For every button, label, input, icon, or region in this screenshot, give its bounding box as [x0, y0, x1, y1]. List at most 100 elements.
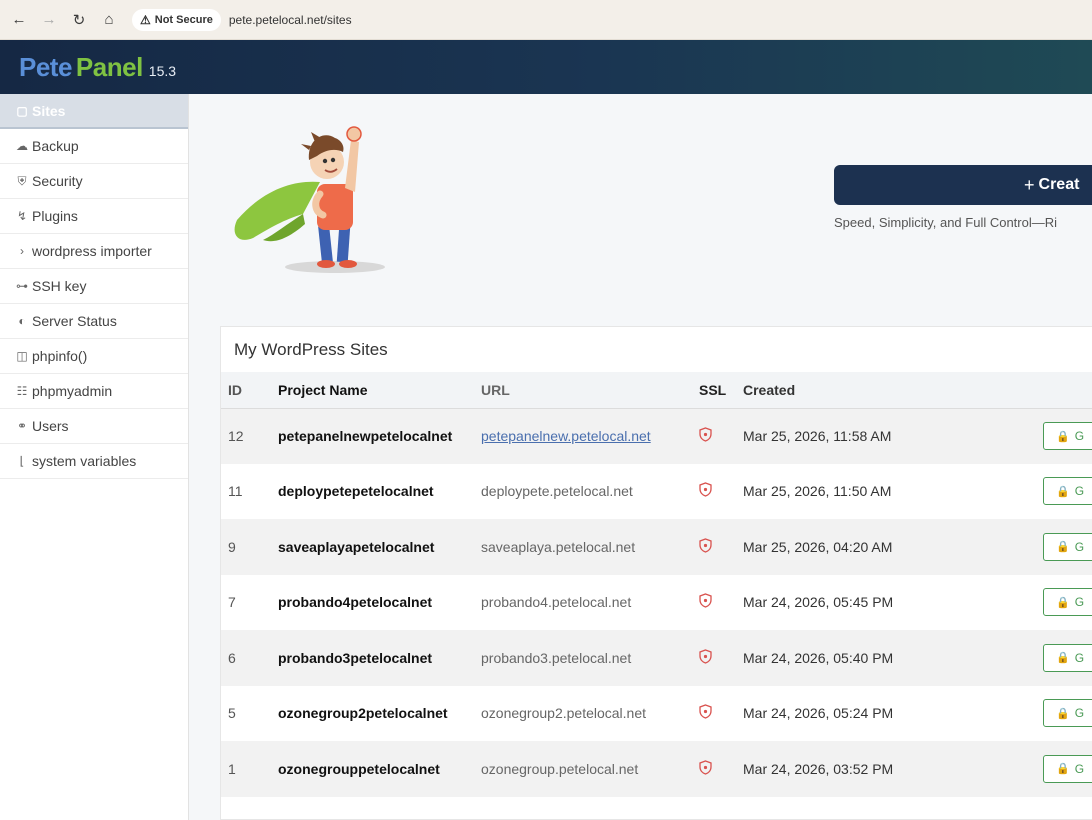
security-indicator[interactable]: ⚠ Not Secure — [132, 8, 221, 31]
warning-icon: ⚠ — [140, 12, 151, 27]
sidebar-item-phpinfo[interactable]: ◫ phpinfo() — [0, 339, 188, 374]
site-url[interactable]: ozonegroup.petelocal.net — [475, 741, 689, 797]
site-id: 6 — [221, 630, 272, 686]
app-header: Pete Panel 15.3 — [0, 40, 1092, 94]
site-url[interactable]: saveaplaya.petelocal.net — [475, 519, 689, 575]
sidebar-item-phpmyadmin[interactable]: ☷ phpmyadmin — [0, 374, 188, 409]
go-button[interactable]: 🔒 G — [1043, 643, 1092, 672]
site-id: 12 — [221, 408, 272, 464]
table-row[interactable]: 7 probando4petelocalnet probando4.petelo… — [221, 574, 1092, 630]
card-title: My WordPress Sites — [234, 339, 388, 359]
sidebar-item-server-status[interactable]: ◐ Server Status — [0, 304, 188, 339]
ssl-shield-icon — [699, 482, 712, 497]
plug-icon: ↯ — [16, 209, 28, 223]
sidebar-item-label: Security — [32, 173, 83, 189]
plus-icon: + — [1024, 174, 1035, 195]
site-name: ozonegrouppetelocalnet — [272, 741, 475, 797]
url-text[interactable]: pete.petelocal.net/sites — [229, 13, 352, 27]
site-id: 5 — [221, 685, 272, 741]
sites-table: ID Project Name URL SSL Created 12 petep… — [221, 372, 1092, 797]
table-row[interactable]: 1 ozonegrouppetelocalnet ozonegroup.pete… — [221, 741, 1092, 797]
superhero-illustration — [234, 126, 385, 273]
sidebar-item-label: Server Status — [32, 313, 117, 329]
go-button-label: G — [1074, 539, 1085, 554]
ssl-shield-icon — [699, 649, 712, 664]
go-button-label: G — [1074, 706, 1085, 721]
sidebar-item-backup[interactable]: ☁ Backup — [0, 129, 188, 164]
lock-icon: 🔒 — [1056, 485, 1070, 498]
site-url[interactable]: ozonegroup2.petelocal.net — [475, 685, 689, 741]
address-bar[interactable]: ⚠ Not Secure pete.petelocal.net/sites — [132, 7, 1032, 33]
lock-icon: 🔒 — [1056, 541, 1070, 554]
site-created: Mar 25, 2026, 11:50 AM — [738, 463, 1043, 519]
table-row[interactable]: 9 saveaplayapetelocalnet saveaplaya.pete… — [221, 519, 1092, 575]
site-created: Mar 24, 2026, 03:52 PM — [738, 741, 1043, 797]
sidebar-item-label: SSH key — [32, 278, 87, 294]
column-header-project-name[interactable]: Project Name — [272, 372, 475, 409]
go-button[interactable]: 🔒 G — [1043, 477, 1092, 506]
site-id: 9 — [221, 519, 272, 575]
sidebar-item-sites[interactable]: ▢ Sites — [0, 94, 188, 129]
column-header-ssl[interactable]: SSL — [689, 372, 738, 409]
sidebar-item-label: system variables — [32, 453, 137, 469]
column-header-url[interactable]: URL — [475, 372, 689, 409]
site-id: 7 — [221, 574, 272, 630]
site-url[interactable]: deploypete.petelocal.net — [475, 463, 689, 519]
sliders-icon: ⌊ — [19, 454, 25, 468]
site-id: 1 — [221, 741, 272, 797]
site-name: deploypetepetelocalnet — [272, 463, 475, 519]
chevron-right-icon: › — [20, 244, 24, 258]
site-url[interactable]: petepanelnew.petelocal.net — [475, 408, 689, 464]
sidebar-item-security[interactable]: ⛨ Security — [0, 164, 188, 199]
sidebar-item-system-variables[interactable]: ⌊ system variables — [0, 444, 188, 479]
main-content: + Creat Speed, Simplicity, and Full Cont… — [189, 94, 1092, 820]
column-header-created[interactable]: Created — [738, 372, 1043, 409]
sidebar-item-label: phpinfo() — [32, 348, 88, 364]
site-created: Mar 24, 2026, 05:40 PM — [738, 630, 1043, 686]
site-created: Mar 24, 2026, 05:45 PM — [738, 574, 1043, 630]
site-created: Mar 25, 2026, 04:20 AM — [738, 519, 1043, 575]
site-name: probando4petelocalnet — [272, 574, 475, 630]
go-button[interactable]: 🔒 G — [1043, 532, 1092, 561]
go-button[interactable]: 🔒 G — [1043, 754, 1092, 783]
sidebar-item-plugins[interactable]: ↯ Plugins — [0, 199, 188, 234]
sidebar-item-wordpress-importer[interactable]: › wordpress importer — [0, 234, 188, 269]
table-row[interactable]: 6 probando3petelocalnet probando3.petelo… — [221, 630, 1092, 686]
reload-icon[interactable]: ↻ — [64, 5, 94, 35]
column-header-id[interactable]: ID — [221, 372, 272, 409]
version-label: 15.3 — [148, 62, 177, 79]
column-header-actions — [1043, 372, 1092, 409]
site-created: Mar 25, 2026, 11:58 AM — [738, 408, 1043, 464]
table-header-row: ID Project Name URL SSL Created — [221, 372, 1092, 409]
go-button[interactable]: 🔒 G — [1043, 588, 1092, 617]
go-button[interactable]: 🔒 G — [1043, 699, 1092, 728]
site-url[interactable]: probando4.petelocal.net — [475, 574, 689, 630]
ssl-shield-icon — [699, 593, 712, 608]
forward-icon[interactable]: → — [34, 5, 64, 35]
go-button-label: G — [1074, 761, 1085, 776]
logo[interactable]: Pete Panel 15.3 — [19, 52, 176, 83]
key-icon: ⊶ — [16, 279, 28, 293]
site-name: saveaplayapetelocalnet — [272, 519, 475, 575]
site-url[interactable]: probando3.petelocal.net — [475, 630, 689, 686]
table-row[interactable]: 5 ozonegroup2petelocalnet ozonegroup2.pe… — [221, 685, 1092, 741]
sites-card: My WordPress Sites ID Project Name URL S… — [220, 326, 1092, 820]
home-icon[interactable]: ⌂ — [94, 5, 124, 35]
create-site-button[interactable]: + Creat — [834, 165, 1092, 205]
site-created: Mar 24, 2026, 05:24 PM — [738, 685, 1043, 741]
shield-icon: ⛨ — [17, 173, 27, 188]
table-row[interactable]: 11 deploypetepetelocalnet deploypete.pet… — [221, 463, 1092, 519]
sidebar-item-label: Sites — [32, 102, 66, 119]
go-button-label: G — [1074, 650, 1085, 665]
sidebar-item-users[interactable]: ⚭ Users — [0, 409, 188, 444]
site-name: probando3petelocalnet — [272, 630, 475, 686]
site-name: petepanelnewpetelocalnet — [272, 408, 475, 464]
sidebar-item-ssh-key[interactable]: ⊶ SSH key — [0, 269, 188, 304]
table-row[interactable]: 12 petepanelnewpetelocalnet petepanelnew… — [221, 408, 1092, 464]
lock-icon: 🔒 — [1056, 430, 1070, 443]
go-button[interactable]: 🔒 G — [1043, 422, 1092, 450]
tagline: Speed, Simplicity, and Full Control—Ri — [834, 215, 1058, 230]
back-icon[interactable]: ← — [4, 5, 34, 35]
sidebar: ▢ Sites ☁ Backup ⛨ Security ↯ Plugins › … — [0, 94, 189, 820]
ssl-shield-icon — [699, 760, 712, 775]
